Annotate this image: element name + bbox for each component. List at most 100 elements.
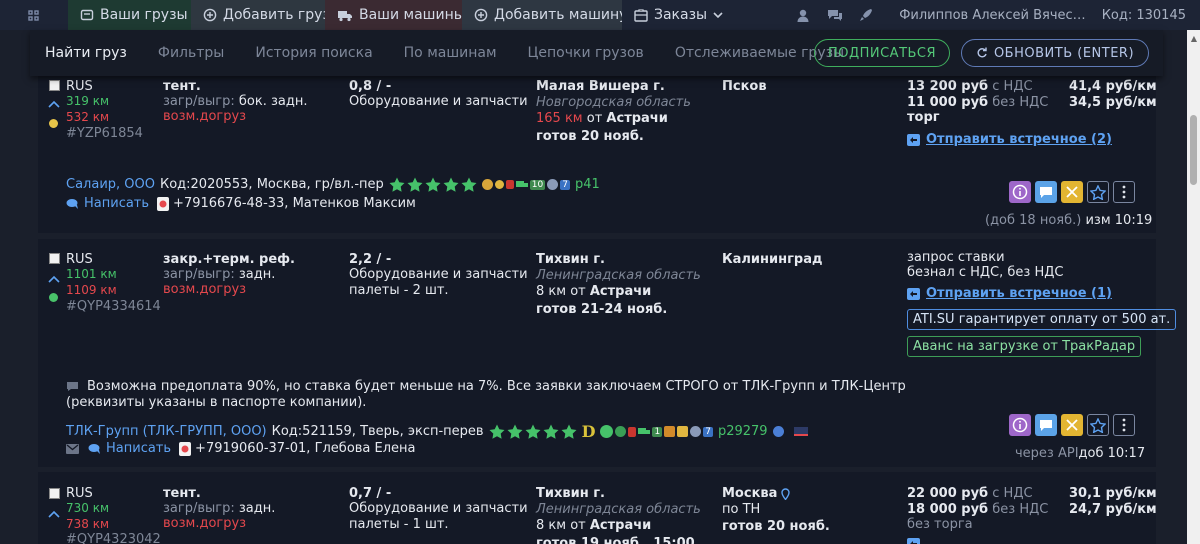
distance-2: 532 км (66, 110, 110, 124)
tab-search-history[interactable]: История поиска (255, 45, 372, 61)
counter-offer-link[interactable]: Отправить встречное (2) (926, 132, 1112, 147)
truck-icon (337, 9, 353, 22)
plus-circle-icon (474, 8, 488, 22)
cargo-packaging: палеты - 2 шт. (349, 283, 449, 298)
nav-add-cargo[interactable]: Добавить груз (191, 0, 330, 30)
advance-payment-badge[interactable]: Аванс на загрузке от ТракРадар (907, 336, 1142, 357)
partner-logo-icon (793, 427, 808, 436)
nav-your-cargo[interactable]: Ваши грузы (68, 0, 191, 30)
write-message-link[interactable]: Написать (84, 196, 149, 211)
chat-icon[interactable] (827, 8, 843, 22)
chevron-down-icon (713, 11, 723, 19)
tab-find-cargo[interactable]: Найти груз (45, 45, 127, 61)
to-city[interactable]: Калининград (722, 252, 822, 267)
from-city[interactable]: Малая Вишера г. (536, 79, 665, 94)
search-subnav: Найти груз Фильтры История поиска По маш… (30, 30, 1163, 76)
refresh-button[interactable]: ОБНОВИТЬ (ENTER) (961, 39, 1149, 67)
select-checkbox[interactable] (49, 488, 60, 499)
info-button[interactable] (1009, 414, 1031, 436)
user-search-icon[interactable] (796, 8, 811, 23)
location-pin-icon[interactable] (781, 487, 791, 500)
payment-guarantee-badge[interactable]: ATI.SU гарантирует оплату от 500 ат. (907, 309, 1177, 330)
from-city[interactable]: Тихвин г. (536, 252, 605, 267)
from-distance-tail: от (570, 284, 586, 299)
info-button[interactable] (1009, 181, 1031, 203)
from-city[interactable]: Тихвин г. (536, 486, 605, 501)
favorite-button[interactable] (1087, 181, 1109, 203)
company-info: Код:521159, Тверь, эксп-перев (271, 424, 484, 439)
contact-phone[interactable]: +7916676-48-33, Матенков Максим (173, 196, 416, 211)
chevron-up-icon[interactable] (48, 100, 60, 108)
nav-add-truck[interactable]: Добавить машину (462, 0, 627, 30)
company-name[interactable]: Салаир, ООО (66, 177, 155, 192)
nav-your-trucks[interactable]: Ваши машины (325, 0, 465, 30)
favorite-button[interactable] (1087, 414, 1109, 436)
hide-button[interactable] (1061, 181, 1083, 203)
nav-orders[interactable]: Заказы (622, 0, 732, 30)
counter-offer-link[interactable]: Отправить встречное (1) (926, 286, 1112, 301)
chevron-up-icon[interactable] (48, 275, 60, 283)
nav-orders-label: Заказы (654, 7, 708, 23)
d-badge: D (581, 422, 596, 441)
from-distance-tail: от (570, 518, 586, 533)
apps-grid-icon[interactable] (0, 0, 68, 30)
counter-offer-icon (907, 287, 920, 300)
rate-vat: 41,4 руб/км (1069, 79, 1157, 94)
note-line-1: Возможна предоплата 90%, но ставка будет… (87, 379, 906, 394)
message-button[interactable] (1035, 414, 1057, 436)
chat-bubble-icon (88, 443, 102, 455)
notifications-rocket-icon[interactable] (859, 8, 873, 22)
scrollbar-thumb[interactable] (1190, 115, 1197, 185)
cargo-packaging: палеты - 1 шт. (349, 517, 449, 532)
phone-badge-icon (179, 441, 192, 456)
from-ref: Астрачи (589, 518, 652, 533)
refresh-button-label: ОБНОВИТЬ (ENTER) (993, 45, 1135, 61)
plus-circle-icon (203, 8, 217, 22)
award-icon (664, 426, 676, 437)
tab-cargo-chains[interactable]: Цепочки грузов (528, 45, 644, 61)
user-code: Код: 130145 (1101, 7, 1186, 23)
load-label: загр/выгр: (163, 94, 235, 109)
flag-icon (505, 180, 514, 189)
subscribe-button[interactable]: ПОДПИСАТЬСЯ (814, 39, 950, 67)
mail-icon[interactable] (66, 443, 79, 454)
hide-button[interactable] (1061, 414, 1083, 436)
price-vat-note: с НДС (992, 486, 1033, 501)
company-rating: р41 (574, 177, 600, 192)
more-menu-button[interactable] (1113, 181, 1135, 203)
chevron-up-icon[interactable] (48, 510, 60, 518)
write-message-link[interactable]: Написать (106, 441, 171, 456)
user-name[interactable]: Филиппов Алексей Вячес… (899, 0, 1102, 30)
message-button[interactable] (1035, 181, 1057, 203)
rate-novat: 34,5 руб/км (1069, 95, 1157, 110)
select-checkbox[interactable] (49, 253, 60, 264)
refresh-icon (976, 47, 988, 59)
avatar-badge-icon (547, 179, 559, 190)
price-novat-note: без НДС (992, 95, 1049, 110)
to-city[interactable]: Москва (722, 486, 777, 501)
bargain: торг (907, 110, 940, 125)
to-city[interactable]: Псков (722, 79, 767, 94)
tab-by-trucks[interactable]: По машинам (404, 45, 497, 61)
tab-filters[interactable]: Фильтры (158, 45, 224, 61)
ready-date: готов 21-24 нояб. (536, 302, 668, 317)
nav-your-trucks-label: Ваши машины (359, 7, 465, 23)
scroll-up-arrow[interactable]: ▲ (1191, 34, 1197, 43)
company-name[interactable]: ТЛК-Групп (ТЛК-ГРУПП, ООО) (66, 424, 267, 439)
rate-vat: 30,1 руб/км (1069, 486, 1157, 501)
nav-your-cargo-label: Ваши грузы (100, 7, 188, 23)
page-scrollbar[interactable] (1187, 30, 1200, 544)
no-bargain: без торга (907, 517, 973, 532)
extra-load: возм.догруз (163, 516, 247, 531)
load-label: загр/выгр: (163, 501, 235, 516)
more-menu-button[interactable] (1113, 414, 1135, 436)
rating-stars (489, 424, 577, 439)
rating-stars (389, 177, 477, 192)
contact-phone[interactable]: +7919060-37-01, Глебова Елена (195, 441, 415, 456)
select-checkbox[interactable] (49, 80, 60, 91)
phone-badge-icon (157, 196, 170, 211)
company-info: Код:2020553, Москва, гр/вл.-пер (159, 177, 384, 192)
from-region: Ленинградская область (536, 268, 701, 283)
cargo-id: #YZP61854 (66, 126, 143, 141)
company-badges: 10 7 (481, 179, 570, 190)
